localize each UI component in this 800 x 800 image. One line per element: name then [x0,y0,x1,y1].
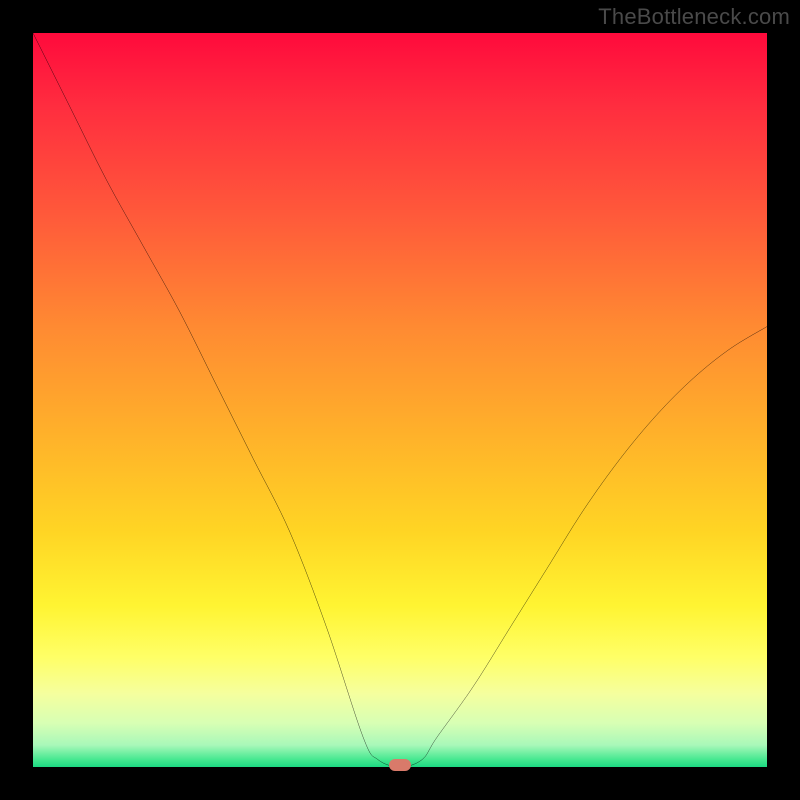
curve-svg [33,33,767,767]
bottleneck-curve [33,33,767,767]
watermark-text: TheBottleneck.com [598,4,790,30]
chart-frame: TheBottleneck.com [0,0,800,800]
plot-area [33,33,767,767]
